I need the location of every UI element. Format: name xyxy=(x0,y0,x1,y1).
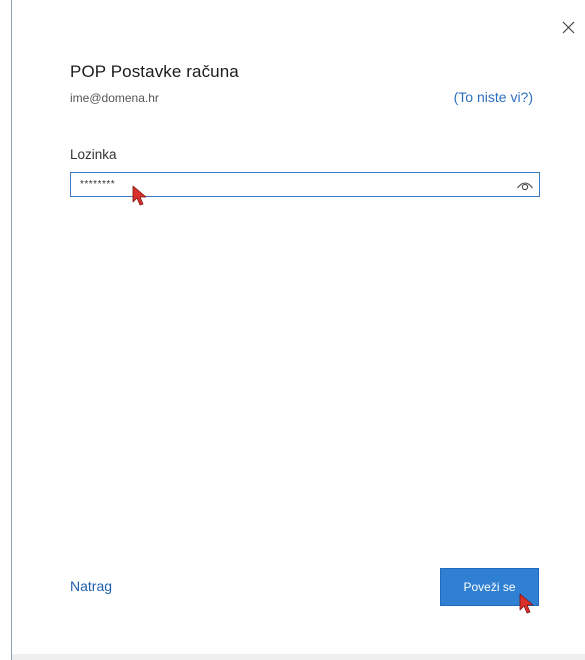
reveal-password-button[interactable] xyxy=(514,175,536,194)
password-input[interactable] xyxy=(71,173,520,196)
dialog-title: POP Postavke računa xyxy=(70,62,239,81)
eye-icon xyxy=(517,181,533,190)
password-field-container xyxy=(70,172,540,197)
close-icon xyxy=(562,21,574,33)
password-label: Lozinka xyxy=(70,147,117,162)
connect-button[interactable]: Poveži se xyxy=(440,568,539,606)
account-settings-dialog: POP Postavke računa ime@domena.hr (To ni… xyxy=(11,0,585,660)
account-email: ime@domena.hr xyxy=(70,91,159,105)
close-button[interactable] xyxy=(557,16,579,38)
not-you-link[interactable]: (To niste vi?) xyxy=(454,89,533,105)
back-link[interactable]: Natrag xyxy=(70,578,112,594)
dialog-bottom-edge xyxy=(12,654,585,660)
